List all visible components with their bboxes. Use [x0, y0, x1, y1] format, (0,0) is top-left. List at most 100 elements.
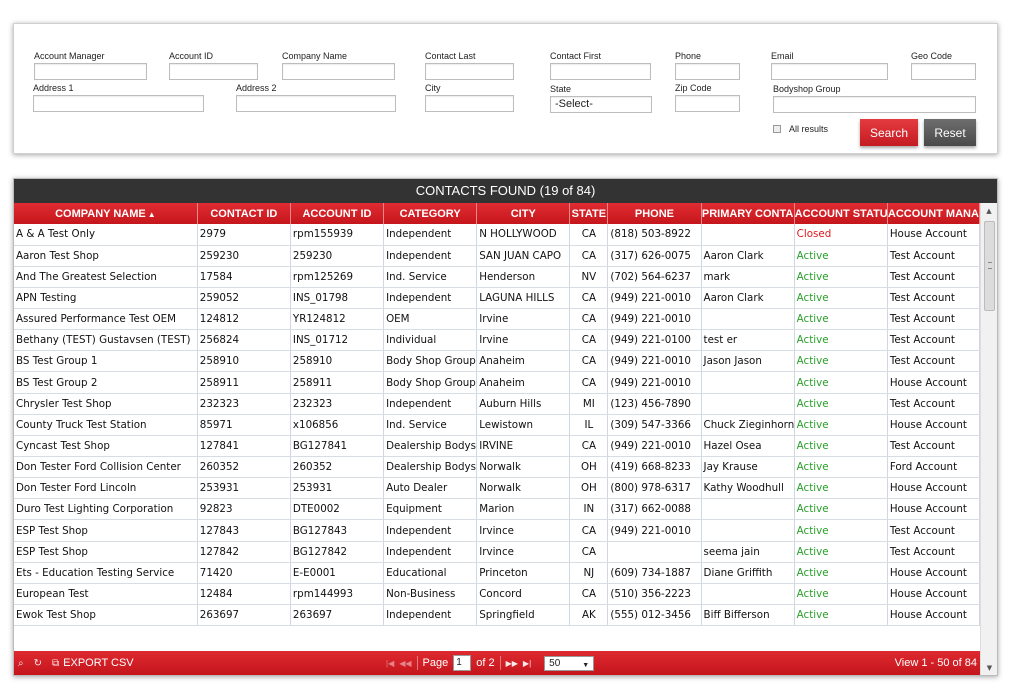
table-row[interactable]: ESP Test Shop 127843 BG127843 Independent Ir… [14, 519, 980, 542]
column-header[interactable]: CONTACT ID [197, 203, 291, 224]
table-row[interactable]: European Test 12484 rpm144993 Non-Business C… [14, 583, 980, 606]
table-cell: CA [569, 224, 609, 246]
table-cell: Active [794, 350, 888, 373]
account-id-input[interactable] [169, 63, 258, 80]
table-row[interactable]: Aaron Test Shop 259230 259230 Independent SA… [14, 245, 980, 267]
grip-icon [988, 262, 992, 269]
search-icon[interactable]: ⌕ [18, 658, 24, 669]
table-cell: Aaron Clark [701, 245, 795, 267]
table-cell: Test Account [887, 519, 980, 542]
table-cell: Chuck Zieginhorn [701, 414, 795, 436]
contact-last-input[interactable] [425, 63, 514, 80]
page-label: Page [422, 657, 449, 669]
company-name-input[interactable] [282, 63, 395, 80]
column-header[interactable]: CITY [476, 203, 571, 224]
table-cell: BS Test Group 2 [14, 371, 198, 394]
table-row[interactable]: Assured Performance Test OEM 124812 YR1248… [14, 308, 980, 331]
table-row[interactable]: ESP Test Shop 127842 BG127842 Independent Ir… [14, 541, 980, 563]
contact-first-input[interactable] [550, 63, 651, 80]
table-cell: Test Account [887, 393, 980, 415]
export-csv-button[interactable]: ⧉ EXPORT CSV [52, 657, 134, 669]
table-row[interactable]: BS Test Group 2 258911 258911 Body Shop Gro… [14, 371, 980, 394]
address1-input[interactable] [33, 95, 204, 112]
table-cell: E-E0001 [290, 562, 385, 584]
table-cell: 17584 [197, 266, 291, 288]
table-cell: Test Account [887, 541, 980, 563]
address1-group: Address 1 [33, 83, 204, 112]
column-header[interactable]: PHONE [607, 203, 702, 224]
first-page-icon[interactable]: |◀ [386, 659, 394, 668]
table-row[interactable]: Bethany (TEST) Gustavsen (TEST) 256824 INS… [14, 329, 980, 352]
table-row[interactable]: Ewok Test Shop 263697 263697 Independent Spr… [14, 604, 980, 627]
search-button[interactable]: Search [860, 119, 918, 146]
table-cell: Biff Bifferson [701, 604, 795, 627]
table-cell: CA [569, 329, 609, 352]
table-cell: House Account [887, 371, 980, 394]
column-header[interactable]: CATEGORY [383, 203, 478, 224]
next-page-icon[interactable]: ▶▶ [506, 659, 518, 668]
last-page-icon[interactable]: ▶| [523, 659, 531, 668]
column-header[interactable]: ACCOUNT STATU [794, 203, 888, 224]
pager-separator [499, 656, 501, 670]
state-select[interactable]: -Select- [550, 96, 652, 113]
page-number-input[interactable]: 1 [453, 655, 472, 671]
scroll-thumb[interactable] [984, 221, 995, 311]
account-id-label: Account ID [169, 51, 214, 61]
table-cell: Independent [383, 287, 478, 310]
table-row[interactable]: Duro Test Lighting Corporation 92823 DTE00… [14, 498, 980, 521]
table-cell: Chrysler Test Shop [14, 393, 198, 415]
address2-input[interactable] [236, 95, 396, 112]
column-header[interactable]: PRIMARY CONTA [701, 203, 795, 224]
grid-body: COMPANY NAME ▲ CONTACT ID ACCOUNT ID CATEGOR… [14, 203, 980, 651]
table-row[interactable]: Chrysler Test Shop 232323 232323 Independen… [14, 393, 980, 415]
column-header[interactable]: COMPANY NAME ▲ [14, 203, 198, 224]
table-cell: Springfield [476, 604, 571, 627]
table-cell: CA [569, 435, 609, 458]
bodyshop-group-input[interactable] [773, 96, 976, 113]
table-cell: County Truck Test Station [14, 414, 198, 436]
table-cell [701, 393, 795, 415]
phone-input[interactable] [675, 63, 740, 80]
reset-button[interactable]: Reset [924, 119, 976, 146]
table-row[interactable]: BS Test Group 1 258910 258910 Body Shop Gro… [14, 350, 980, 373]
scroll-up-icon[interactable]: ▲ [981, 203, 997, 218]
geo-code-input[interactable] [911, 63, 976, 80]
table-cell: IRVINE [476, 435, 571, 458]
sort-asc-icon: ▲ [147, 209, 156, 219]
table-cell: Anaheim [476, 371, 571, 394]
city-input[interactable] [425, 95, 514, 112]
scroll-down-icon[interactable]: ▼ [981, 660, 998, 675]
table-row[interactable]: A & A Test Only 2979 rpm155939 Independent N… [14, 224, 980, 246]
table-cell: Test Account [887, 287, 980, 310]
all-results-checkbox[interactable] [773, 125, 781, 133]
table-row[interactable]: Don Tester Ford Lincoln 253931 253931 Auto … [14, 477, 980, 500]
table-cell: Ford Account [887, 456, 980, 479]
column-header-label: STATE [571, 207, 607, 220]
table-row[interactable]: And The Greatest Selection 17584 rpm125269… [14, 266, 980, 288]
table-cell: Ind. Service [383, 266, 478, 288]
column-header[interactable]: STATE [569, 203, 609, 224]
email-input[interactable] [771, 63, 888, 80]
table-cell: Ewok Test Shop [14, 604, 198, 627]
table-cell: Active [794, 393, 888, 415]
table-row[interactable]: Don Tester Ford Collision Center 260352 26… [14, 456, 980, 479]
column-header[interactable]: ACCOUNT MANA [887, 203, 980, 224]
refresh-icon[interactable]: ↻ [34, 658, 42, 669]
table-cell: (317) 662-0088 [607, 498, 702, 521]
prev-page-icon[interactable]: ◀◀ [399, 659, 411, 668]
zip-code-input[interactable] [675, 95, 740, 112]
table-cell: Ets - Education Testing Service [14, 562, 198, 584]
table-row[interactable]: APN Testing 259052 INS_01798 Independent LAG… [14, 287, 980, 310]
table-row[interactable]: County Truck Test Station 85971 x106856 Ind… [14, 414, 980, 436]
table-row[interactable]: Cyncast Test Shop 127841 BG127841 Dealershi… [14, 435, 980, 458]
column-header[interactable]: ACCOUNT ID [290, 203, 385, 224]
page-size-select[interactable]: 50 ▼ [544, 655, 595, 671]
vertical-scrollbar[interactable]: ▲ ▼ [980, 203, 997, 675]
table-row[interactable]: Ets - Education Testing Service 71420 E-E0… [14, 562, 980, 584]
table-cell: Body Shop Group [383, 350, 478, 373]
table-cell: House Account [887, 583, 980, 606]
geo-code-group: Geo Code [911, 51, 976, 80]
account-manager-input[interactable] [34, 63, 147, 80]
table-cell: A & A Test Only [14, 224, 198, 246]
table-cell: Henderson [476, 266, 571, 288]
